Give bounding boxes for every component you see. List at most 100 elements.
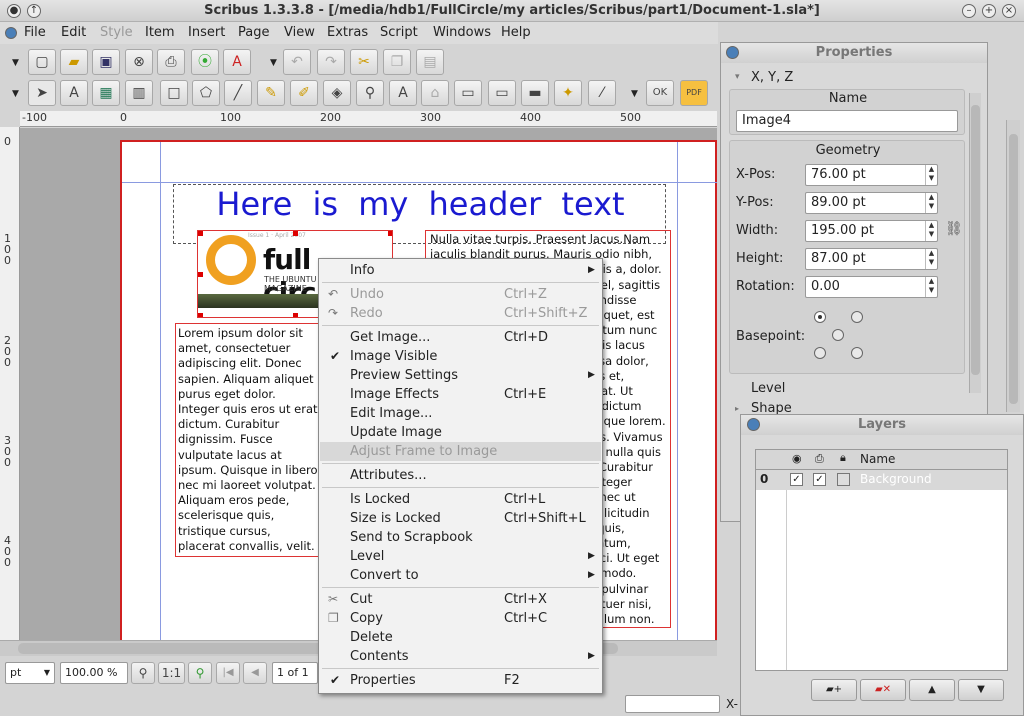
- preflight-icon[interactable]: ⦿: [191, 49, 219, 75]
- basepoint-bottomleft-radio[interactable]: [814, 347, 826, 359]
- cut-icon[interactable]: ✂: [350, 49, 378, 75]
- menu-item-get-image[interactable]: Get Image... Ctrl+D: [320, 328, 601, 347]
- menu-item-image-visible[interactable]: ✔ Image Visible: [320, 347, 601, 366]
- level-section-label[interactable]: Level: [751, 381, 785, 396]
- zoom-input[interactable]: 100.00 %: [60, 662, 128, 684]
- spin-arrows-icon[interactable]: ▲ ▼: [925, 165, 937, 185]
- redo-icon[interactable]: ↷: [317, 49, 345, 75]
- polygon-icon[interactable]: ⬠: [192, 80, 220, 106]
- delete-layer-icon[interactable]: ▰✕: [860, 679, 906, 701]
- maximize-icon[interactable]: +: [982, 4, 996, 18]
- rotate-icon[interactable]: ◈: [323, 80, 351, 106]
- rotation-input[interactable]: 0.00 ▲ ▼: [805, 276, 938, 298]
- document-icon[interactable]: [5, 27, 17, 39]
- menu-item-convert-to[interactable]: Convert to ▶: [320, 566, 601, 585]
- menu-view[interactable]: View: [284, 25, 315, 40]
- undo-icon[interactable]: ↶: [283, 49, 311, 75]
- shape-icon[interactable]: □: [160, 80, 188, 106]
- spin-arrows-icon[interactable]: ▲ ▼: [925, 221, 937, 241]
- layer-lock-checkbox[interactable]: [837, 473, 850, 486]
- menu-item-size-is-locked[interactable]: Size is Locked Ctrl+Shift+L: [320, 509, 601, 528]
- toolbar-handle-icon[interactable]: ▼: [631, 89, 638, 99]
- spin-arrows-icon[interactable]: ▲ ▼: [925, 277, 937, 297]
- page-select[interactable]: 1 of 1: [272, 662, 318, 684]
- pdf-field-icon[interactable]: PDF: [680, 80, 708, 106]
- pdf-push-button-icon[interactable]: OK: [646, 80, 674, 106]
- basepoint-topright-radio[interactable]: [851, 311, 863, 323]
- collapse-arrow-icon[interactable]: ▾: [735, 72, 740, 82]
- image-frame-icon[interactable]: ▦: [92, 80, 120, 106]
- resize-handle[interactable]: [293, 313, 298, 317]
- horizontal-ruler[interactable]: -100 0 100 200 300 400 500: [20, 111, 717, 127]
- vertical-ruler[interactable]: 0 1 0 0 2 0 0 3 0 0 4 0 0: [0, 127, 20, 640]
- menu-item-contents[interactable]: Contents ▶: [320, 647, 601, 666]
- menu-item-delete[interactable]: Delete: [320, 628, 601, 647]
- export-pdf-icon[interactable]: A: [223, 49, 251, 75]
- toolbar-handle-icon[interactable]: ▼: [270, 58, 277, 68]
- menu-script[interactable]: Script: [380, 25, 418, 40]
- menu-item-cut[interactable]: ✂ Cut Ctrl+X: [320, 590, 601, 609]
- new-document-icon[interactable]: ▢: [28, 49, 56, 75]
- resize-handle[interactable]: [198, 313, 203, 317]
- resize-handle[interactable]: [388, 231, 392, 236]
- copy-icon[interactable]: ❐: [383, 49, 411, 75]
- basepoint-center-radio[interactable]: [832, 329, 844, 341]
- expand-arrow-icon[interactable]: ▸: [735, 404, 739, 413]
- link-frames-icon[interactable]: ⌂: [421, 80, 449, 106]
- basepoint-bottomright-radio[interactable]: [851, 347, 863, 359]
- menu-item-update-image[interactable]: Update Image: [320, 423, 601, 442]
- menu-page[interactable]: Page: [238, 25, 269, 40]
- scrollbar-thumb[interactable]: [971, 105, 980, 375]
- minimize-icon[interactable]: –: [962, 4, 976, 18]
- resize-handle[interactable]: [198, 272, 203, 277]
- menu-style[interactable]: Style: [100, 25, 133, 40]
- raise-layer-icon[interactable]: ▲: [909, 679, 955, 701]
- y-pos-input[interactable]: 89.00 pt ▲ ▼: [805, 192, 938, 214]
- zoom-reset-button[interactable]: 1:1: [158, 662, 185, 684]
- close-document-icon[interactable]: ⊗: [125, 49, 153, 75]
- menu-item-adjust-frame-to-image[interactable]: Adjust Frame to Image: [320, 442, 601, 461]
- layer-visible-checkbox[interactable]: ✓: [790, 473, 803, 486]
- measurements-icon[interactable]: ▬: [521, 80, 549, 106]
- toolbar-handle-icon[interactable]: ▼: [12, 89, 19, 99]
- menu-item-attributes[interactable]: Attributes...: [320, 466, 601, 485]
- name-input[interactable]: Image4: [736, 110, 958, 132]
- line-icon[interactable]: ╱: [224, 80, 252, 106]
- zoom-out-icon[interactable]: ⚲: [131, 662, 155, 684]
- scrollbar-thumb[interactable]: [1009, 134, 1018, 404]
- menu-item-copy[interactable]: ❐ Copy Ctrl+C: [320, 609, 601, 628]
- eyedropper-icon[interactable]: ⁄: [588, 80, 616, 106]
- zoom-icon[interactable]: ⚲: [356, 80, 384, 106]
- menu-item-edit-image[interactable]: Edit Image...: [320, 404, 601, 423]
- palette-icon[interactable]: [726, 46, 739, 59]
- zoom-in-icon[interactable]: ⚲: [188, 662, 212, 684]
- lower-layer-icon[interactable]: ▼: [958, 679, 1004, 701]
- properties-scrollbar[interactable]: [969, 93, 981, 393]
- paste-icon[interactable]: ▤: [416, 49, 444, 75]
- save-icon[interactable]: ▣: [92, 49, 120, 75]
- menu-item-undo[interactable]: ↶ Undo Ctrl+Z: [320, 285, 601, 304]
- menu-item-is-locked[interactable]: Is Locked Ctrl+L: [320, 490, 601, 509]
- first-page-icon[interactable]: |◀: [216, 662, 240, 684]
- resize-handle[interactable]: [198, 231, 203, 236]
- resize-handle[interactable]: [293, 231, 298, 236]
- bezier-icon[interactable]: ✎: [257, 80, 285, 106]
- layer-name[interactable]: Background: [860, 472, 932, 486]
- layer-row[interactable]: 0 ✓ ✓ Background: [756, 470, 1007, 490]
- menu-item-image-effects[interactable]: Image Effects Ctrl+E: [320, 385, 601, 404]
- edit-text-icon[interactable]: A: [389, 80, 417, 106]
- menu-insert[interactable]: Insert: [188, 25, 225, 40]
- menu-item-properties[interactable]: ✔ Properties F2: [320, 671, 601, 690]
- canvas-vertical-scrollbar[interactable]: [1006, 120, 1020, 412]
- unlink-frames-icon[interactable]: ▭: [454, 80, 482, 106]
- open-icon[interactable]: ▰: [60, 49, 88, 75]
- menu-edit[interactable]: Edit: [61, 25, 86, 40]
- width-input[interactable]: 195.00 pt ▲ ▼: [805, 220, 938, 242]
- x-pos-input[interactable]: 76.00 pt ▲ ▼: [805, 164, 938, 186]
- menu-item-info[interactable]: Info ▶: [320, 261, 601, 280]
- basepoint-topleft-radio[interactable]: [814, 311, 826, 323]
- xyz-section-label[interactable]: X, Y, Z: [751, 70, 793, 85]
- layer-print-checkbox[interactable]: ✓: [813, 473, 826, 486]
- menu-extras[interactable]: Extras: [327, 25, 368, 40]
- menu-item[interactable]: Item: [145, 25, 175, 40]
